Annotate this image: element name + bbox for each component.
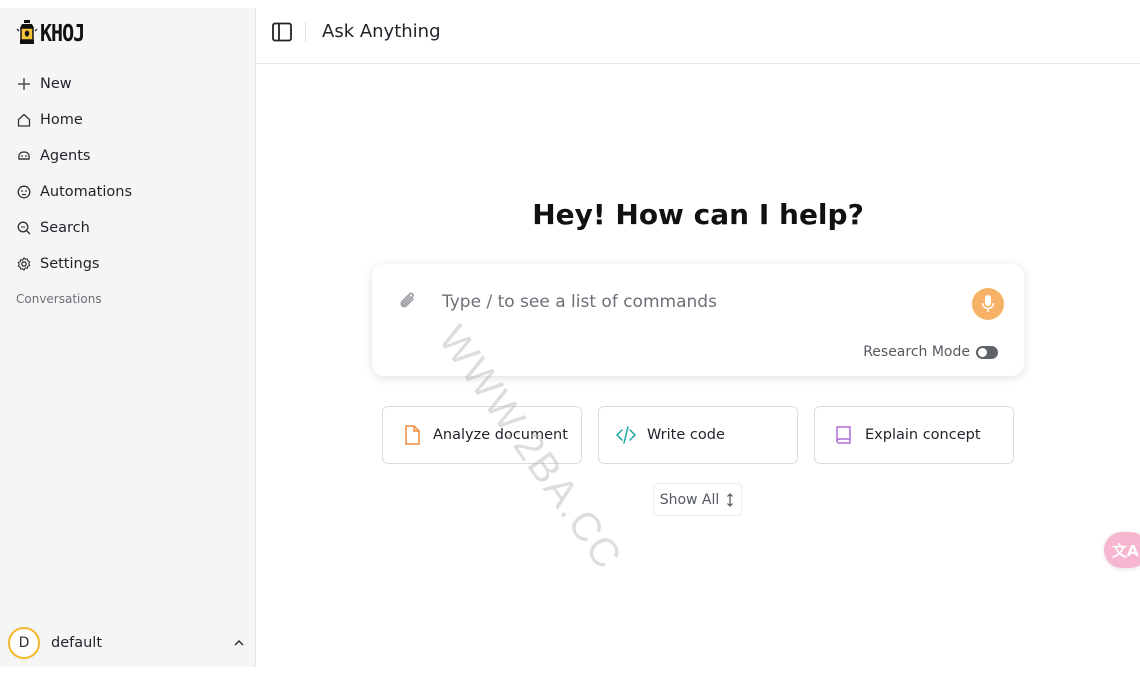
suggestion-label: Analyze document bbox=[433, 427, 568, 443]
automations-icon bbox=[16, 184, 32, 200]
show-all-button[interactable]: Show All bbox=[653, 483, 742, 516]
top-header: Ask Anything bbox=[256, 0, 1140, 64]
suggestion-label: Explain concept bbox=[865, 427, 981, 443]
sidebar-nav: New Home Agents Automations Search Setti… bbox=[0, 66, 255, 282]
sidebar-item-home[interactable]: Home bbox=[0, 102, 255, 138]
sidebar-item-label: New bbox=[40, 76, 72, 92]
sidebar: KHOJ New Home Agents Automations Search … bbox=[0, 8, 256, 667]
sidebar-item-agents[interactable]: Agents bbox=[0, 138, 255, 174]
user-menu[interactable]: D default bbox=[8, 627, 250, 659]
search-icon bbox=[16, 220, 32, 236]
khoj-logo[interactable]: KHOJ bbox=[16, 18, 85, 48]
sidebar-item-label: Settings bbox=[40, 256, 100, 272]
document-icon bbox=[401, 424, 423, 446]
suggestion-analyze-document[interactable]: Analyze document bbox=[382, 406, 582, 464]
gear-icon bbox=[16, 256, 32, 272]
sidebar-item-label: Home bbox=[40, 112, 83, 128]
code-icon bbox=[615, 424, 637, 446]
suggestion-label: Write code bbox=[647, 427, 725, 443]
greeting-heading: Hey! How can I help? bbox=[532, 198, 864, 231]
plus-icon bbox=[16, 76, 32, 92]
book-icon bbox=[833, 424, 855, 446]
sidebar-item-label: Automations bbox=[40, 184, 133, 200]
sidebar-item-search[interactable]: Search bbox=[0, 210, 255, 246]
chevron-up-icon[interactable] bbox=[232, 636, 246, 650]
translate-icon: 文A bbox=[1112, 541, 1139, 560]
sidebar-item-settings[interactable]: Settings bbox=[0, 246, 255, 282]
conversations-heading: Conversations bbox=[16, 292, 102, 306]
chat-input-box: Research Mode bbox=[372, 264, 1024, 376]
sidebar-item-automations[interactable]: Automations bbox=[0, 174, 255, 210]
sidebar-item-label: Agents bbox=[40, 148, 91, 164]
show-all-label: Show All bbox=[659, 491, 720, 508]
research-mode-toggle[interactable]: Research Mode bbox=[863, 344, 998, 360]
sidebar-item-label: Search bbox=[40, 220, 90, 236]
header-divider bbox=[305, 21, 306, 42]
logo-wordmark: KHOJ bbox=[40, 19, 85, 47]
agents-icon bbox=[16, 148, 32, 164]
chat-input[interactable] bbox=[442, 286, 962, 318]
research-mode-label: Research Mode bbox=[863, 344, 970, 360]
sidebar-item-new[interactable]: New bbox=[0, 66, 255, 102]
microphone-icon bbox=[981, 295, 995, 312]
microphone-button[interactable] bbox=[972, 288, 1004, 320]
avatar: D bbox=[8, 627, 40, 659]
lamp-logo-icon bbox=[16, 20, 38, 44]
page-title: Ask Anything bbox=[322, 21, 441, 42]
sidebar-toggle-icon[interactable] bbox=[271, 21, 293, 43]
home-icon bbox=[16, 112, 32, 128]
app-window: KHOJ New Home Agents Automations Search … bbox=[0, 0, 1140, 675]
research-mode-switch[interactable] bbox=[976, 345, 998, 359]
suggestion-explain-concept[interactable]: Explain concept bbox=[814, 406, 1014, 464]
translate-button[interactable]: 文A bbox=[1104, 532, 1140, 568]
paperclip-icon[interactable] bbox=[396, 290, 420, 314]
user-name: default bbox=[51, 635, 103, 651]
suggestion-write-code[interactable]: Write code bbox=[598, 406, 798, 464]
expand-vertical-icon bbox=[727, 492, 734, 507]
